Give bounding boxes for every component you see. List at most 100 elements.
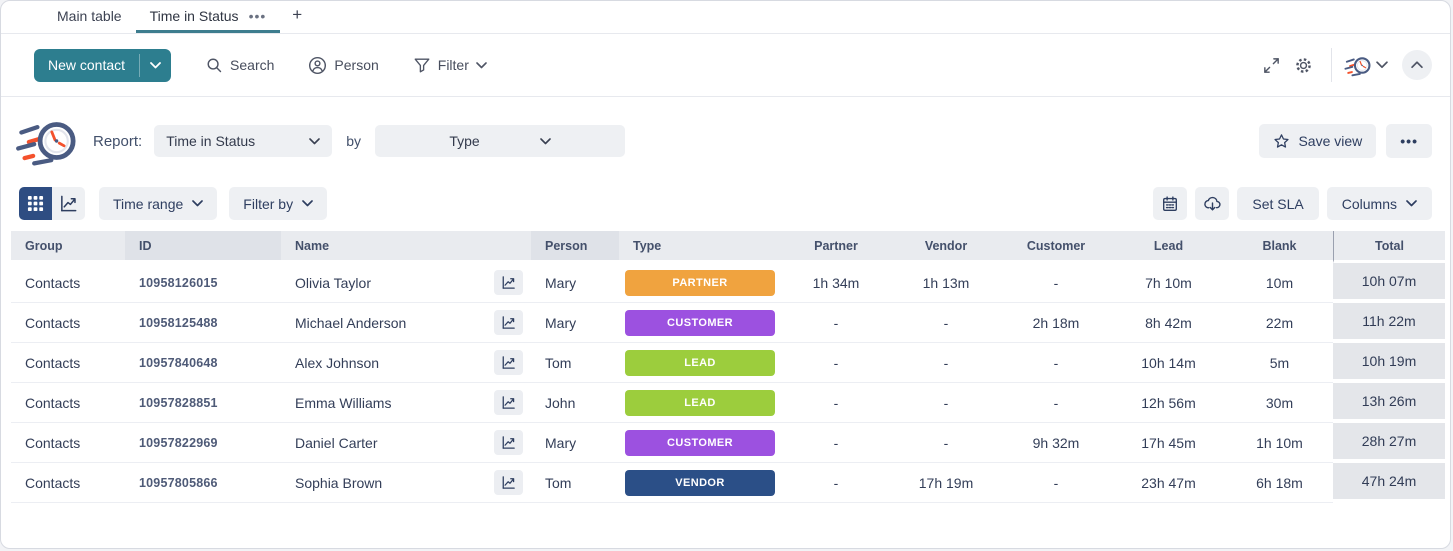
column-header-person[interactable]: Person bbox=[531, 231, 619, 263]
time-in-status-table: Group ID Name Person Type Partner Vendor… bbox=[11, 231, 1445, 503]
filter-by-label: Filter by bbox=[243, 196, 293, 212]
time-range-select[interactable]: Time range bbox=[99, 187, 217, 220]
columns-select[interactable]: Columns bbox=[1327, 187, 1432, 220]
chevron-up-icon bbox=[1411, 61, 1423, 69]
app-menu-button[interactable] bbox=[1344, 53, 1388, 78]
type-badge[interactable]: LEAD bbox=[625, 350, 775, 376]
tab-menu-icon[interactable]: ••• bbox=[249, 12, 267, 20]
column-header-partner[interactable]: Partner bbox=[781, 231, 891, 263]
contact-name[interactable]: Michael Anderson bbox=[295, 315, 406, 331]
tab-time-in-status[interactable]: Time in Status ••• bbox=[136, 1, 281, 33]
column-header-blank[interactable]: Blank bbox=[1226, 231, 1333, 263]
person-cell[interactable]: Mary bbox=[531, 303, 619, 343]
person-label: Person bbox=[334, 57, 378, 73]
table-row: Contacts 10957822969 Daniel Carter Mary … bbox=[11, 423, 1445, 463]
partner-time-cell: - bbox=[781, 383, 891, 423]
column-header-customer[interactable]: Customer bbox=[1001, 231, 1111, 263]
type-badge[interactable]: CUSTOMER bbox=[625, 310, 775, 336]
report-type-select[interactable]: Time in Status bbox=[154, 125, 332, 157]
view-mode-toggle bbox=[19, 187, 85, 220]
by-label: by bbox=[346, 133, 361, 149]
vendor-time-cell: - bbox=[891, 343, 1001, 383]
search-icon bbox=[205, 56, 223, 74]
blank-time-cell: 1h 10m bbox=[1226, 423, 1333, 463]
name-cell: Michael Anderson bbox=[281, 303, 531, 343]
group-cell: Contacts bbox=[11, 263, 125, 303]
collapse-view-button[interactable] bbox=[1402, 50, 1432, 80]
name-cell: Daniel Carter bbox=[281, 423, 531, 463]
type-cell: CUSTOMER bbox=[619, 303, 781, 343]
person-cell[interactable]: Mary bbox=[531, 263, 619, 303]
column-header-vendor[interactable]: Vendor bbox=[891, 231, 1001, 263]
view-more-button[interactable]: ••• bbox=[1386, 124, 1432, 158]
search-button[interactable]: Search bbox=[205, 56, 274, 74]
type-cell: PARTNER bbox=[619, 263, 781, 303]
column-header-total[interactable]: Total bbox=[1333, 231, 1445, 263]
line-chart-icon bbox=[59, 194, 78, 213]
toolbar-divider bbox=[1331, 48, 1332, 82]
contact-name[interactable]: Daniel Carter bbox=[295, 435, 377, 451]
group-by-select[interactable]: Type bbox=[375, 125, 625, 157]
contact-name[interactable]: Emma Williams bbox=[295, 395, 391, 411]
partner-time-cell: - bbox=[781, 463, 891, 503]
set-sla-button[interactable]: Set SLA bbox=[1237, 187, 1318, 220]
time-range-label: Time range bbox=[113, 196, 183, 212]
column-header-name[interactable]: Name bbox=[281, 231, 531, 263]
row-chart-button[interactable] bbox=[494, 350, 523, 375]
type-badge[interactable]: LEAD bbox=[625, 390, 775, 416]
person-cell[interactable]: Mary bbox=[531, 423, 619, 463]
customer-time-cell: - bbox=[1001, 383, 1111, 423]
gear-icon bbox=[1294, 56, 1313, 75]
tab-label: Main table bbox=[57, 8, 122, 24]
row-chart-button[interactable] bbox=[494, 270, 523, 295]
vendor-time-cell: - bbox=[891, 423, 1001, 463]
chevron-down-icon bbox=[540, 138, 551, 145]
row-chart-button[interactable] bbox=[494, 310, 523, 335]
filter-by-select[interactable]: Filter by bbox=[229, 187, 327, 220]
expand-icon bbox=[1262, 56, 1281, 75]
customer-time-cell: - bbox=[1001, 263, 1111, 303]
type-badge[interactable]: PARTNER bbox=[625, 270, 775, 296]
type-badge[interactable]: VENDOR bbox=[625, 470, 775, 496]
person-cell[interactable]: John bbox=[531, 383, 619, 423]
column-header-type[interactable]: Type bbox=[619, 231, 781, 263]
person-icon bbox=[308, 56, 327, 75]
contact-name[interactable]: Olivia Taylor bbox=[295, 275, 371, 291]
chart-view-button[interactable] bbox=[52, 187, 85, 220]
type-badge[interactable]: CUSTOMER bbox=[625, 430, 775, 456]
contact-name[interactable]: Sophia Brown bbox=[295, 475, 382, 491]
contact-name[interactable]: Alex Johnson bbox=[295, 355, 379, 371]
person-cell[interactable]: Tom bbox=[531, 343, 619, 383]
tab-label: Time in Status bbox=[150, 8, 239, 24]
report-label: Report: bbox=[93, 133, 142, 150]
fullscreen-button[interactable] bbox=[1255, 49, 1287, 81]
tab-main-table[interactable]: Main table bbox=[43, 1, 136, 33]
person-filter-button[interactable]: Person bbox=[308, 56, 378, 75]
row-chart-button[interactable] bbox=[494, 430, 523, 455]
group-cell: Contacts bbox=[11, 463, 125, 503]
partner-time-cell: - bbox=[781, 423, 891, 463]
grid-view-button[interactable] bbox=[19, 187, 52, 220]
filter-button[interactable]: Filter bbox=[413, 56, 487, 74]
new-contact-dropdown-button[interactable] bbox=[140, 49, 171, 82]
row-chart-button[interactable] bbox=[494, 470, 523, 495]
save-view-button[interactable]: Save view bbox=[1259, 124, 1376, 158]
new-contact-split-button[interactable]: New contact bbox=[34, 49, 171, 82]
id-cell: 10957822969 bbox=[125, 423, 281, 463]
column-header-id[interactable]: ID bbox=[125, 231, 281, 263]
calendar-button[interactable] bbox=[1153, 187, 1187, 220]
person-cell[interactable]: Tom bbox=[531, 463, 619, 503]
settings-button[interactable] bbox=[1287, 49, 1319, 81]
lead-time-cell: 23h 47m bbox=[1111, 463, 1226, 503]
report-type-value: Time in Status bbox=[166, 133, 255, 149]
export-button[interactable] bbox=[1195, 187, 1229, 220]
board-toolbar: New contact Search Person Filter bbox=[1, 34, 1450, 97]
column-header-lead[interactable]: Lead bbox=[1111, 231, 1226, 263]
name-cell: Emma Williams bbox=[281, 383, 531, 423]
type-cell: LEAD bbox=[619, 343, 781, 383]
column-header-group[interactable]: Group bbox=[11, 231, 125, 263]
new-contact-button[interactable]: New contact bbox=[34, 49, 139, 82]
row-chart-button[interactable] bbox=[494, 390, 523, 415]
id-cell: 10958126015 bbox=[125, 263, 281, 303]
add-view-button[interactable]: + bbox=[280, 1, 314, 33]
